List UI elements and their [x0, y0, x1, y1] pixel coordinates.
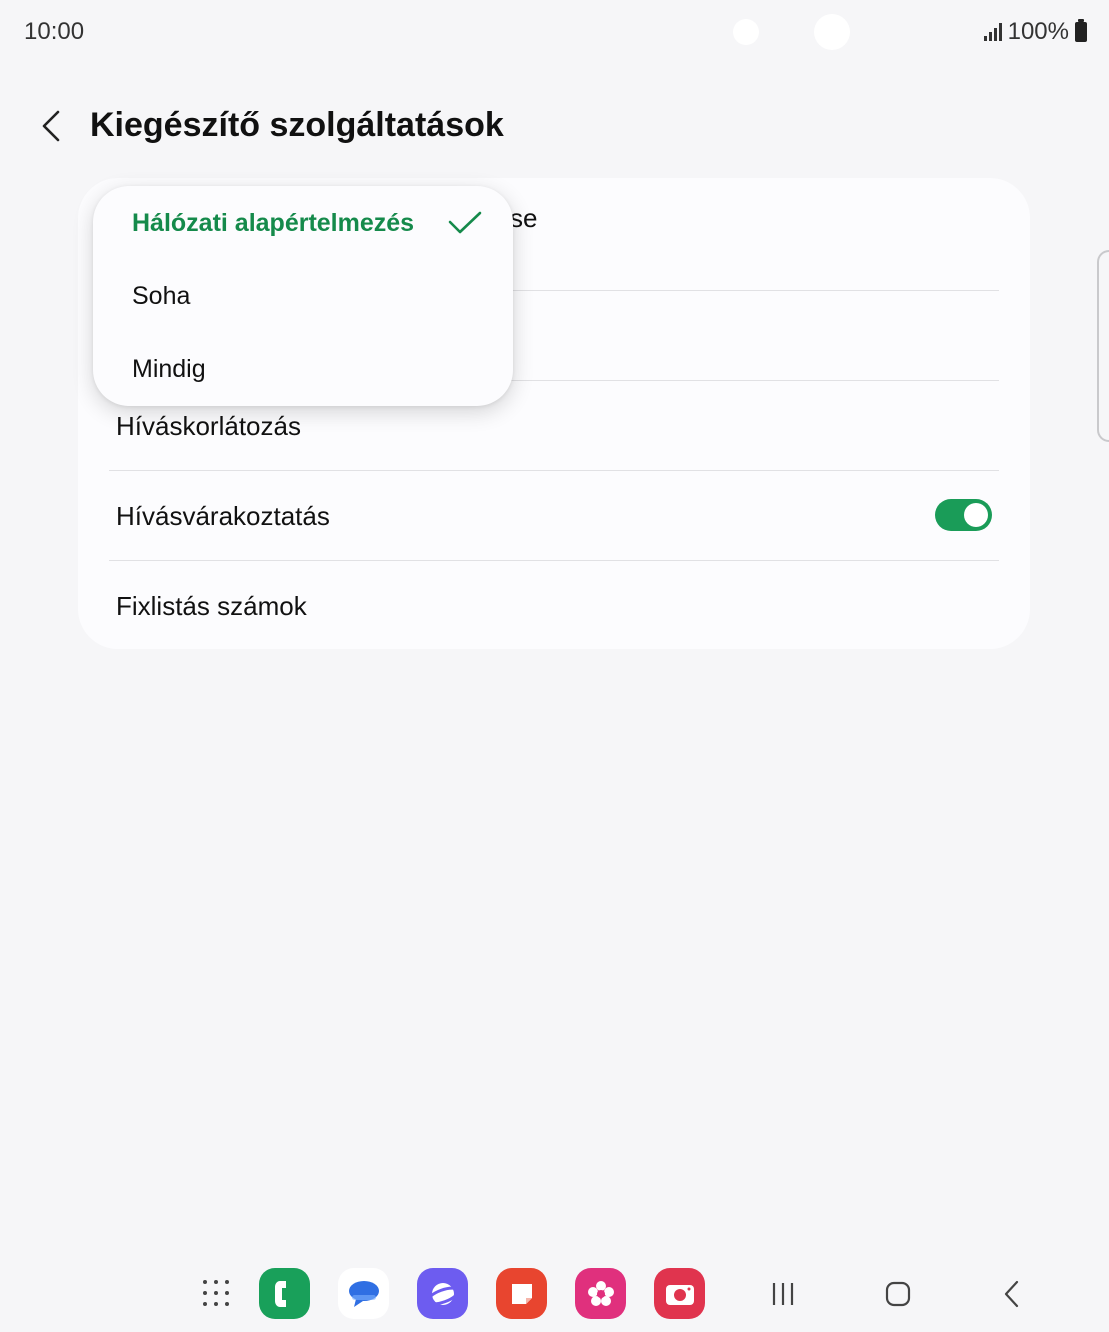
flower-glyph — [587, 1280, 614, 1306]
messages-icon[interactable] — [338, 1268, 389, 1319]
caller-id-row-label-tail[interactable]: se — [510, 203, 537, 234]
home-button[interactable] — [880, 1276, 916, 1312]
camera-icon[interactable] — [654, 1268, 705, 1319]
back-icon — [1004, 1280, 1019, 1308]
signal-icon — [983, 23, 1002, 41]
apps-grid-icon[interactable] — [203, 1280, 231, 1308]
option-network-default[interactable]: Hálózati alapértelmezés — [132, 209, 414, 238]
home-icon — [885, 1281, 911, 1307]
call-waiting-row[interactable]: Hívásvárakoztatás — [109, 471, 999, 561]
note-glyph — [511, 1283, 532, 1304]
battery-icon — [1075, 19, 1087, 42]
nav-back-button[interactable] — [996, 1276, 1028, 1312]
call-barring-label: Hívásk­orlátozás — [116, 410, 301, 441]
status-indicators: 100% — [983, 18, 1087, 46]
call-waiting-toggle[interactable] — [935, 499, 992, 531]
chevron-left-icon — [42, 110, 60, 142]
gallery-icon[interactable] — [575, 1268, 626, 1319]
option-never[interactable]: Soha — [132, 282, 190, 311]
screen: 10:00 100% Kiegészítő szolgáltatások se … — [0, 0, 1109, 1332]
fixed-dialing-label: Fixlistás számok — [116, 590, 307, 621]
option-always[interactable]: Mindig — [132, 355, 206, 384]
edge-panel-handle[interactable] — [1097, 250, 1109, 442]
call-waiting-label: Hívásvárakoztatás — [116, 500, 330, 531]
caller-id-options-popup: Hálózati alapértelmezés Soha Mindig — [93, 186, 513, 406]
phone-icon[interactable] — [259, 1268, 310, 1319]
check-icon — [448, 211, 482, 234]
page-title: Kiegészítő szolgáltatások — [90, 106, 504, 144]
notes-icon[interactable] — [496, 1268, 547, 1319]
fixed-dialing-row[interactable]: Fixlistás számok — [109, 561, 999, 651]
front-camera-dot-large — [814, 14, 850, 50]
back-button[interactable] — [30, 104, 74, 148]
recents-icon — [772, 1283, 794, 1305]
toggle-knob — [964, 503, 988, 527]
camera-glyph — [665, 1284, 694, 1305]
battery-percent: 100% — [1007, 18, 1069, 45]
status-time: 10:00 — [24, 18, 85, 45]
front-camera-dot — [733, 19, 759, 45]
chat-bubble-glyph — [348, 1280, 379, 1307]
recents-button[interactable] — [766, 1276, 800, 1312]
internet-icon[interactable] — [417, 1268, 468, 1319]
planet-glyph — [425, 1282, 460, 1305]
phone-glyph — [274, 1280, 286, 1307]
